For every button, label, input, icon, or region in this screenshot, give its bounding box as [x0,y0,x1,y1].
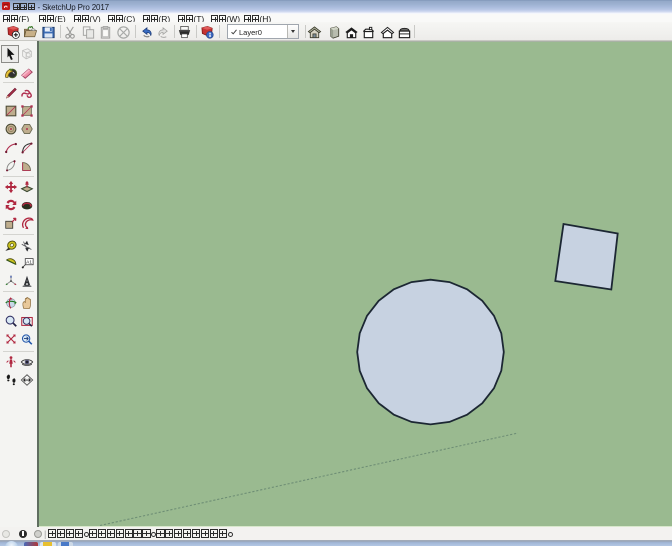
svg-text:A1: A1 [26,260,32,266]
